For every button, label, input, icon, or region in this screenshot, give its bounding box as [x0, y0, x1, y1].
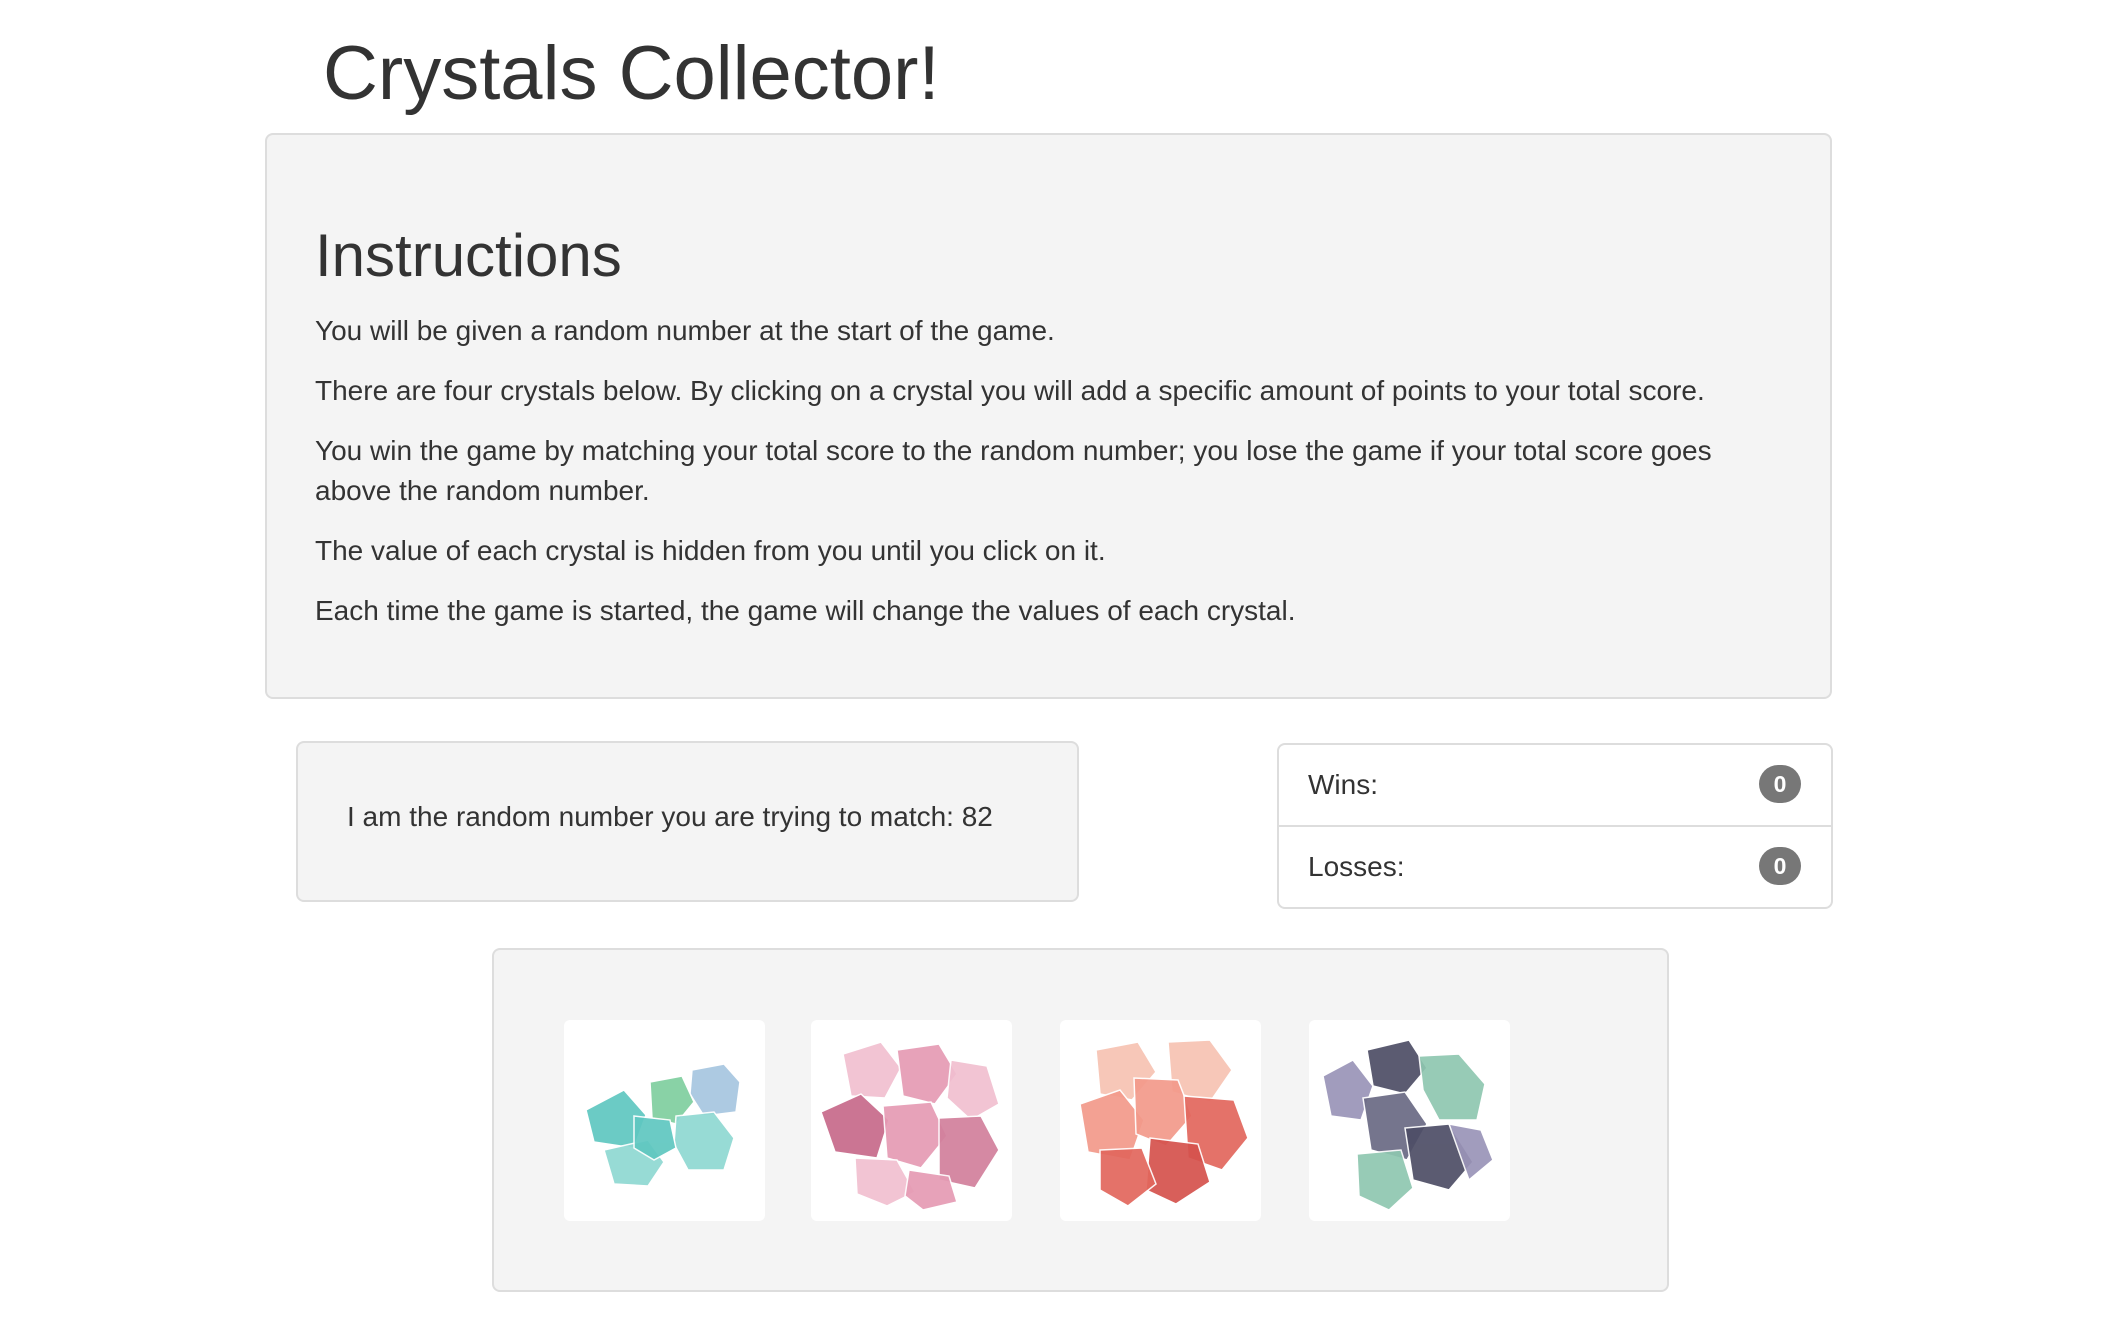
crystal-shard	[689, 1063, 741, 1117]
losses-label: Losses:	[1308, 851, 1405, 882]
wins-label: Wins:	[1308, 769, 1378, 800]
page-title: Crystals Collector!	[323, 31, 940, 116]
crystal-shard	[820, 1093, 890, 1159]
crystal-shard	[1356, 1149, 1414, 1211]
instruction-line: The value of each crystal is hidden from…	[315, 535, 1106, 566]
teal-fluorite-crystal-icon	[585, 1063, 741, 1187]
crystal-shard	[854, 1157, 917, 1207]
crystal-button-1[interactable]	[564, 1020, 765, 1221]
random-number-panel: I am the random number you are trying to…	[296, 741, 1079, 902]
purple-fluorite-crystal-icon	[1322, 1039, 1494, 1211]
crystal-shard	[1099, 1147, 1157, 1207]
instruction-line: There are four crystals below. By clicki…	[315, 375, 1705, 406]
crystal-shard	[904, 1169, 958, 1211]
crystal-button-4[interactable]	[1309, 1020, 1510, 1221]
wins-badge: 0	[1759, 765, 1801, 803]
instruction-line: Each time the game is started, the game …	[315, 595, 1296, 626]
crystal-shard	[1366, 1039, 1428, 1095]
crystal-shard	[946, 1059, 1000, 1121]
peach-strawberry-quartz-crystal-icon	[1079, 1039, 1249, 1207]
crystal-button-3[interactable]	[1060, 1020, 1261, 1221]
crystal-shard	[673, 1111, 735, 1171]
crystals-panel	[492, 948, 1669, 1292]
pink-rose-quartz-crystal-icon	[820, 1041, 1000, 1211]
instructions-list: You will be given a random number at the…	[315, 311, 1765, 651]
crystal-button-2[interactable]	[811, 1020, 1012, 1221]
crystal-shard	[1418, 1053, 1486, 1121]
instructions-panel: Instructions You will be given a random …	[265, 133, 1832, 699]
losses-row: Losses: 0	[1279, 827, 1831, 909]
instructions-heading: Instructions	[315, 222, 622, 289]
random-number-text: I am the random number you are trying to…	[347, 801, 993, 832]
wins-row: Wins: 0	[1279, 745, 1831, 827]
instruction-line: You win the game by matching your total …	[315, 435, 1712, 506]
losses-badge: 0	[1759, 847, 1801, 885]
instruction-line: You will be given a random number at the…	[315, 315, 1055, 346]
scoreboard: Wins: 0 Losses: 0	[1277, 743, 1833, 909]
crystal-shard	[842, 1041, 902, 1099]
crystal-shard	[882, 1101, 948, 1169]
